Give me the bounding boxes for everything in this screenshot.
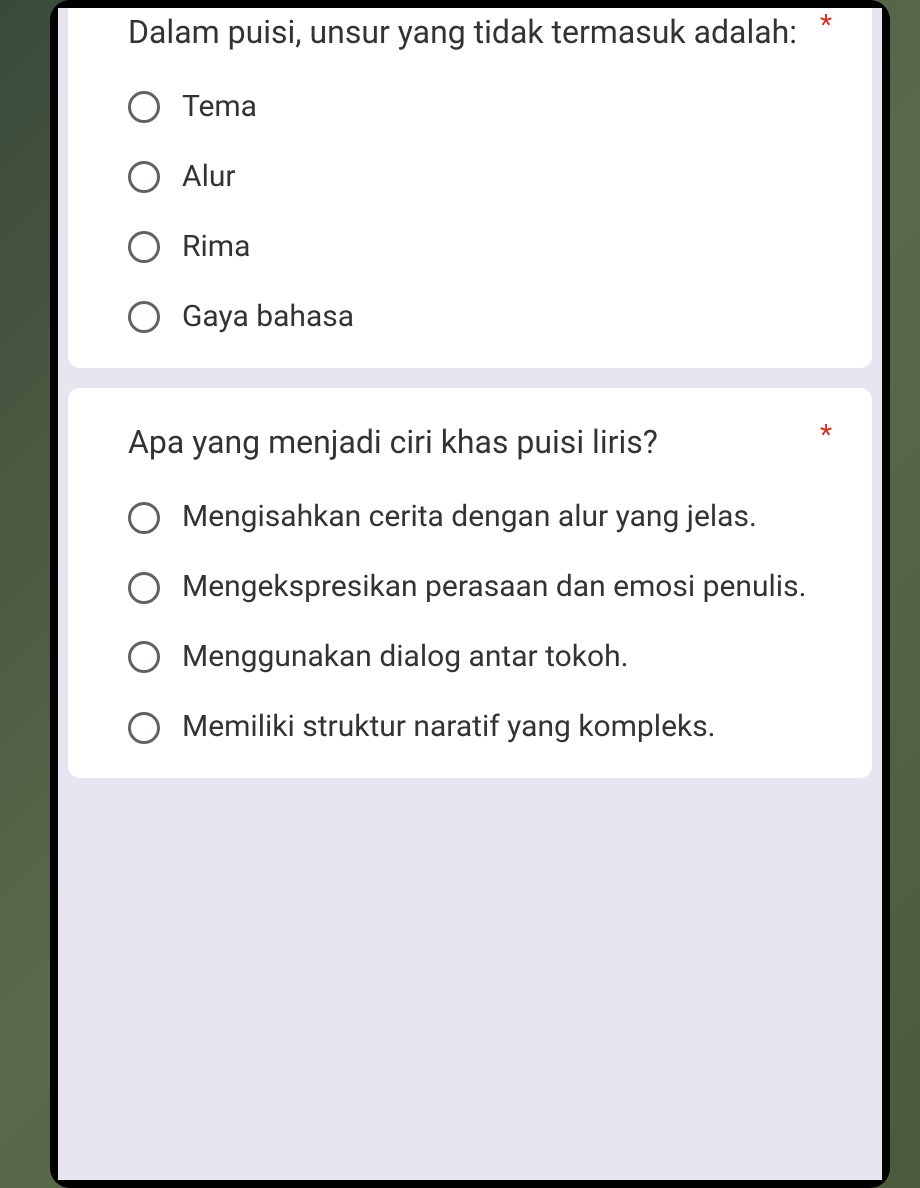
question-card-2: Apa yang menjadi ciri khas puisi liris? … — [68, 388, 872, 778]
required-asterisk: * — [820, 418, 832, 451]
question-card-1: Dalam puisi, unsur yang tidak termasuk a… — [68, 8, 872, 368]
option-label: Tema — [182, 86, 257, 128]
options-list: Mengisahkan cerita dengan alur yang jela… — [128, 496, 832, 748]
option-label: Mengekspresikan perasaan dan emosi penul… — [182, 566, 806, 608]
radio-icon — [128, 161, 160, 193]
option-label: Alur — [182, 156, 236, 198]
radio-option-menggunakan[interactable]: Menggunakan dialog antar tokoh. — [128, 636, 832, 678]
option-label: Memiliki struktur naratif yang kompleks. — [182, 706, 716, 748]
radio-option-memiliki[interactable]: Memiliki struktur naratif yang kompleks. — [128, 706, 832, 748]
radio-icon — [128, 641, 160, 673]
radio-icon — [128, 712, 160, 744]
radio-icon — [128, 231, 160, 263]
radio-icon — [128, 572, 160, 604]
radio-icon — [128, 301, 160, 333]
option-label: Gaya bahasa — [182, 296, 354, 338]
question-text: Dalam puisi, unsur yang tidak termasuk a… — [128, 8, 800, 56]
radio-icon — [128, 91, 160, 123]
radio-option-mengekspresikan[interactable]: Mengekspresikan perasaan dan emosi penul… — [128, 566, 832, 608]
radio-option-mengisahkan[interactable]: Mengisahkan cerita dengan alur yang jela… — [128, 496, 832, 538]
radio-option-tema[interactable]: Tema — [128, 86, 832, 128]
option-label: Menggunakan dialog antar tokoh. — [182, 636, 629, 678]
question-text: Apa yang menjadi ciri khas puisi liris? — [128, 418, 800, 466]
options-list: Tema Alur Rima Gaya bahasa — [128, 86, 832, 338]
radio-option-rima[interactable]: Rima — [128, 226, 832, 268]
phone-frame: Dalam puisi, unsur yang tidak termasuk a… — [50, 0, 890, 1188]
required-asterisk: * — [820, 8, 832, 41]
option-label: Mengisahkan cerita dengan alur yang jela… — [182, 496, 757, 538]
question-header: Dalam puisi, unsur yang tidak termasuk a… — [128, 8, 832, 56]
question-header: Apa yang menjadi ciri khas puisi liris? … — [128, 418, 832, 466]
radio-icon — [128, 502, 160, 534]
form-screen: Dalam puisi, unsur yang tidak termasuk a… — [58, 8, 882, 1180]
option-label: Rima — [182, 226, 250, 268]
radio-option-alur[interactable]: Alur — [128, 156, 832, 198]
radio-option-gaya-bahasa[interactable]: Gaya bahasa — [128, 296, 832, 338]
